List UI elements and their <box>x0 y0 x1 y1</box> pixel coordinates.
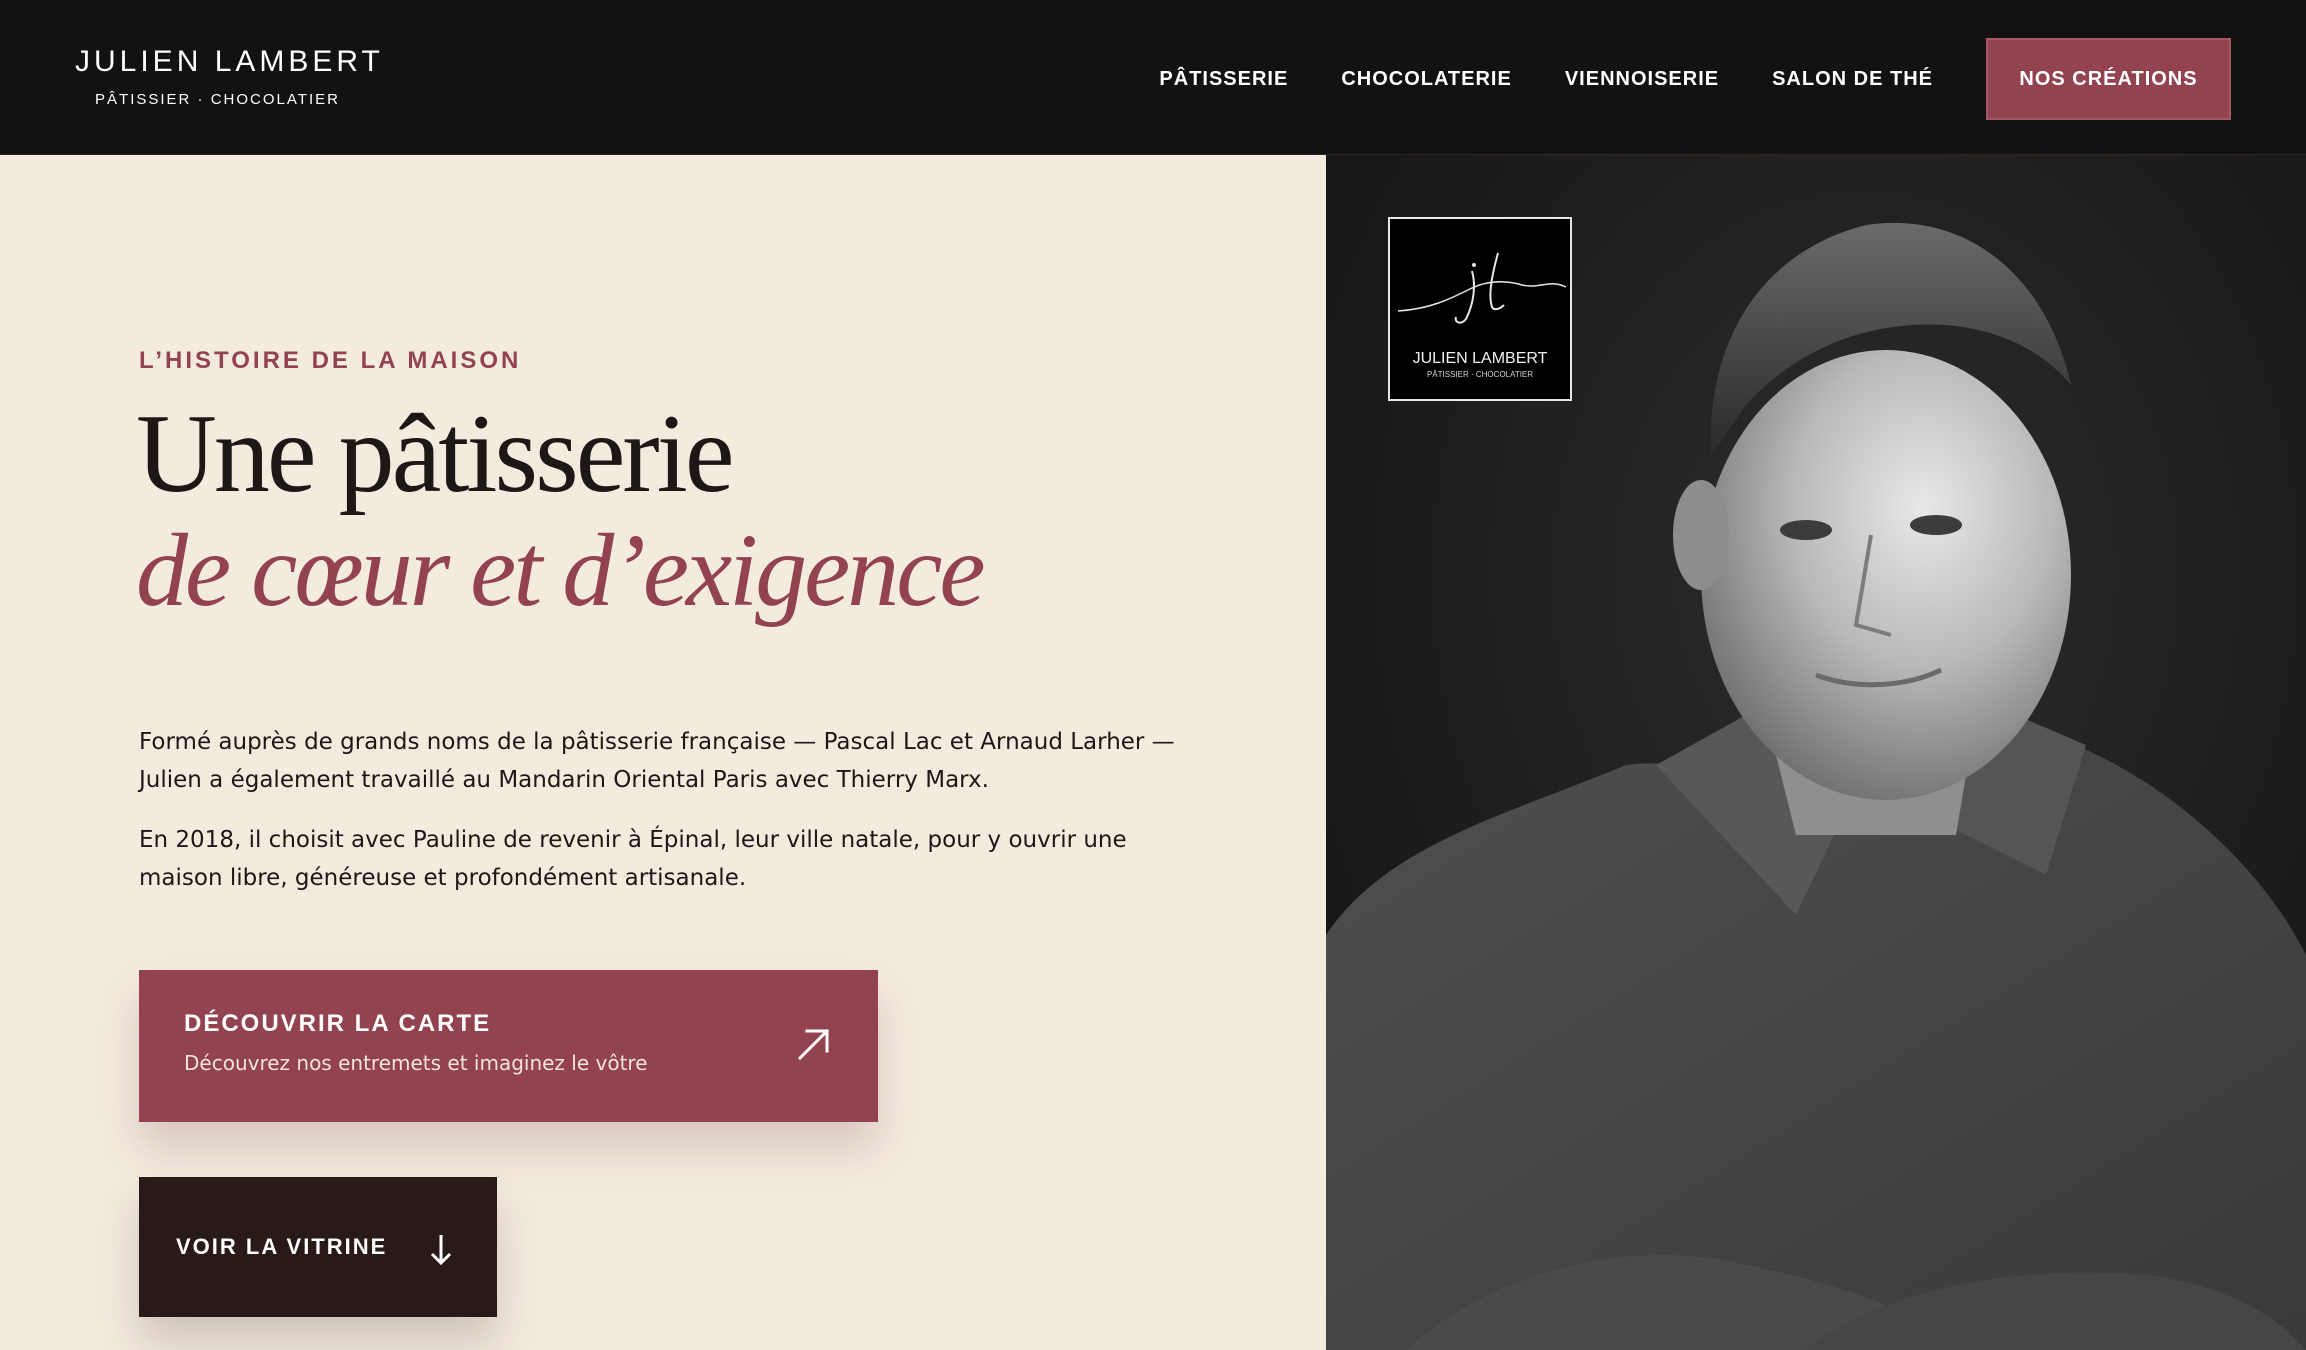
intro-paragraph-1: Formé auprès de grands noms de la pâtiss… <box>139 729 1175 793</box>
brand-tagline: PÂTISSIER · CHOCOLATIER <box>95 91 340 108</box>
brand-logo-badge: JULIEN LAMBERT PÂTISSIER · CHOCOLATIER <box>1388 217 1572 401</box>
nav-link-chocolaterie[interactable]: CHOCOLATERIE <box>1341 68 1512 91</box>
badge-name: JULIEN LAMBERT <box>1412 350 1548 367</box>
intro-paragraph-2: En 2018, il choisit avec Pauline de reve… <box>139 827 1127 891</box>
voir-la-vitrine-button[interactable]: VOIR LA VITRINE <box>139 1177 497 1317</box>
arrow-up-right-icon <box>797 1028 830 1061</box>
arrow-down-icon <box>430 1235 452 1266</box>
hero-content: L’HISTOIRE DE LA MAISON Une pâtisserie d… <box>0 155 1326 1350</box>
hero-title-line-1: Une pâtisserie <box>136 392 735 516</box>
decouvrir-la-carte-title: DÉCOUVRIR LA CARTE <box>184 1010 492 1037</box>
section-eyebrow: L’HISTOIRE DE LA MAISON <box>139 347 522 374</box>
voir-la-vitrine-label: VOIR LA VITRINE <box>176 1234 388 1259</box>
nos-creations-button[interactable]: NOS CRÉATIONS <box>1986 38 2231 120</box>
site-header: JULIEN LAMBERT PÂTISSIER · CHOCOLATIER P… <box>0 0 2306 155</box>
hero-title: Une pâtisserie de cœur et d’exigence <box>136 392 986 629</box>
decouvrir-la-carte-button[interactable]: DÉCOUVRIR LA CARTE Découvrez nos entreme… <box>139 970 878 1122</box>
page: JULIEN LAMBERT PÂTISSIER · CHOCOLATIER P… <box>0 0 2306 1350</box>
nav-link-salon-de-the[interactable]: SALON DE THÉ <box>1772 68 1933 91</box>
monogram-icon <box>1397 252 1567 324</box>
main-nav: PÂTISSERIE CHOCOLATERIE VIENNOISERIE SAL… <box>1159 38 2231 120</box>
decouvrir-la-carte-subtitle: Découvrez nos entremets et imaginez le v… <box>184 1051 648 1075</box>
brand-logo[interactable]: JULIEN LAMBERT PÂTISSIER · CHOCOLATIER <box>75 44 384 110</box>
chef-portrait-photo: JULIEN LAMBERT PÂTISSIER · CHOCOLATIER <box>1326 155 2306 1350</box>
nav-link-viennoiserie[interactable]: VIENNOISERIE <box>1565 68 1719 91</box>
badge-tagline: PÂTISSIER · CHOCOLATIER <box>1426 370 1534 379</box>
brand-name: JULIEN LAMBERT <box>75 45 384 78</box>
nav-link-patisserie[interactable]: PÂTISSERIE <box>1159 68 1288 91</box>
hero-title-line-2: de cœur et d’exigence <box>136 513 986 628</box>
